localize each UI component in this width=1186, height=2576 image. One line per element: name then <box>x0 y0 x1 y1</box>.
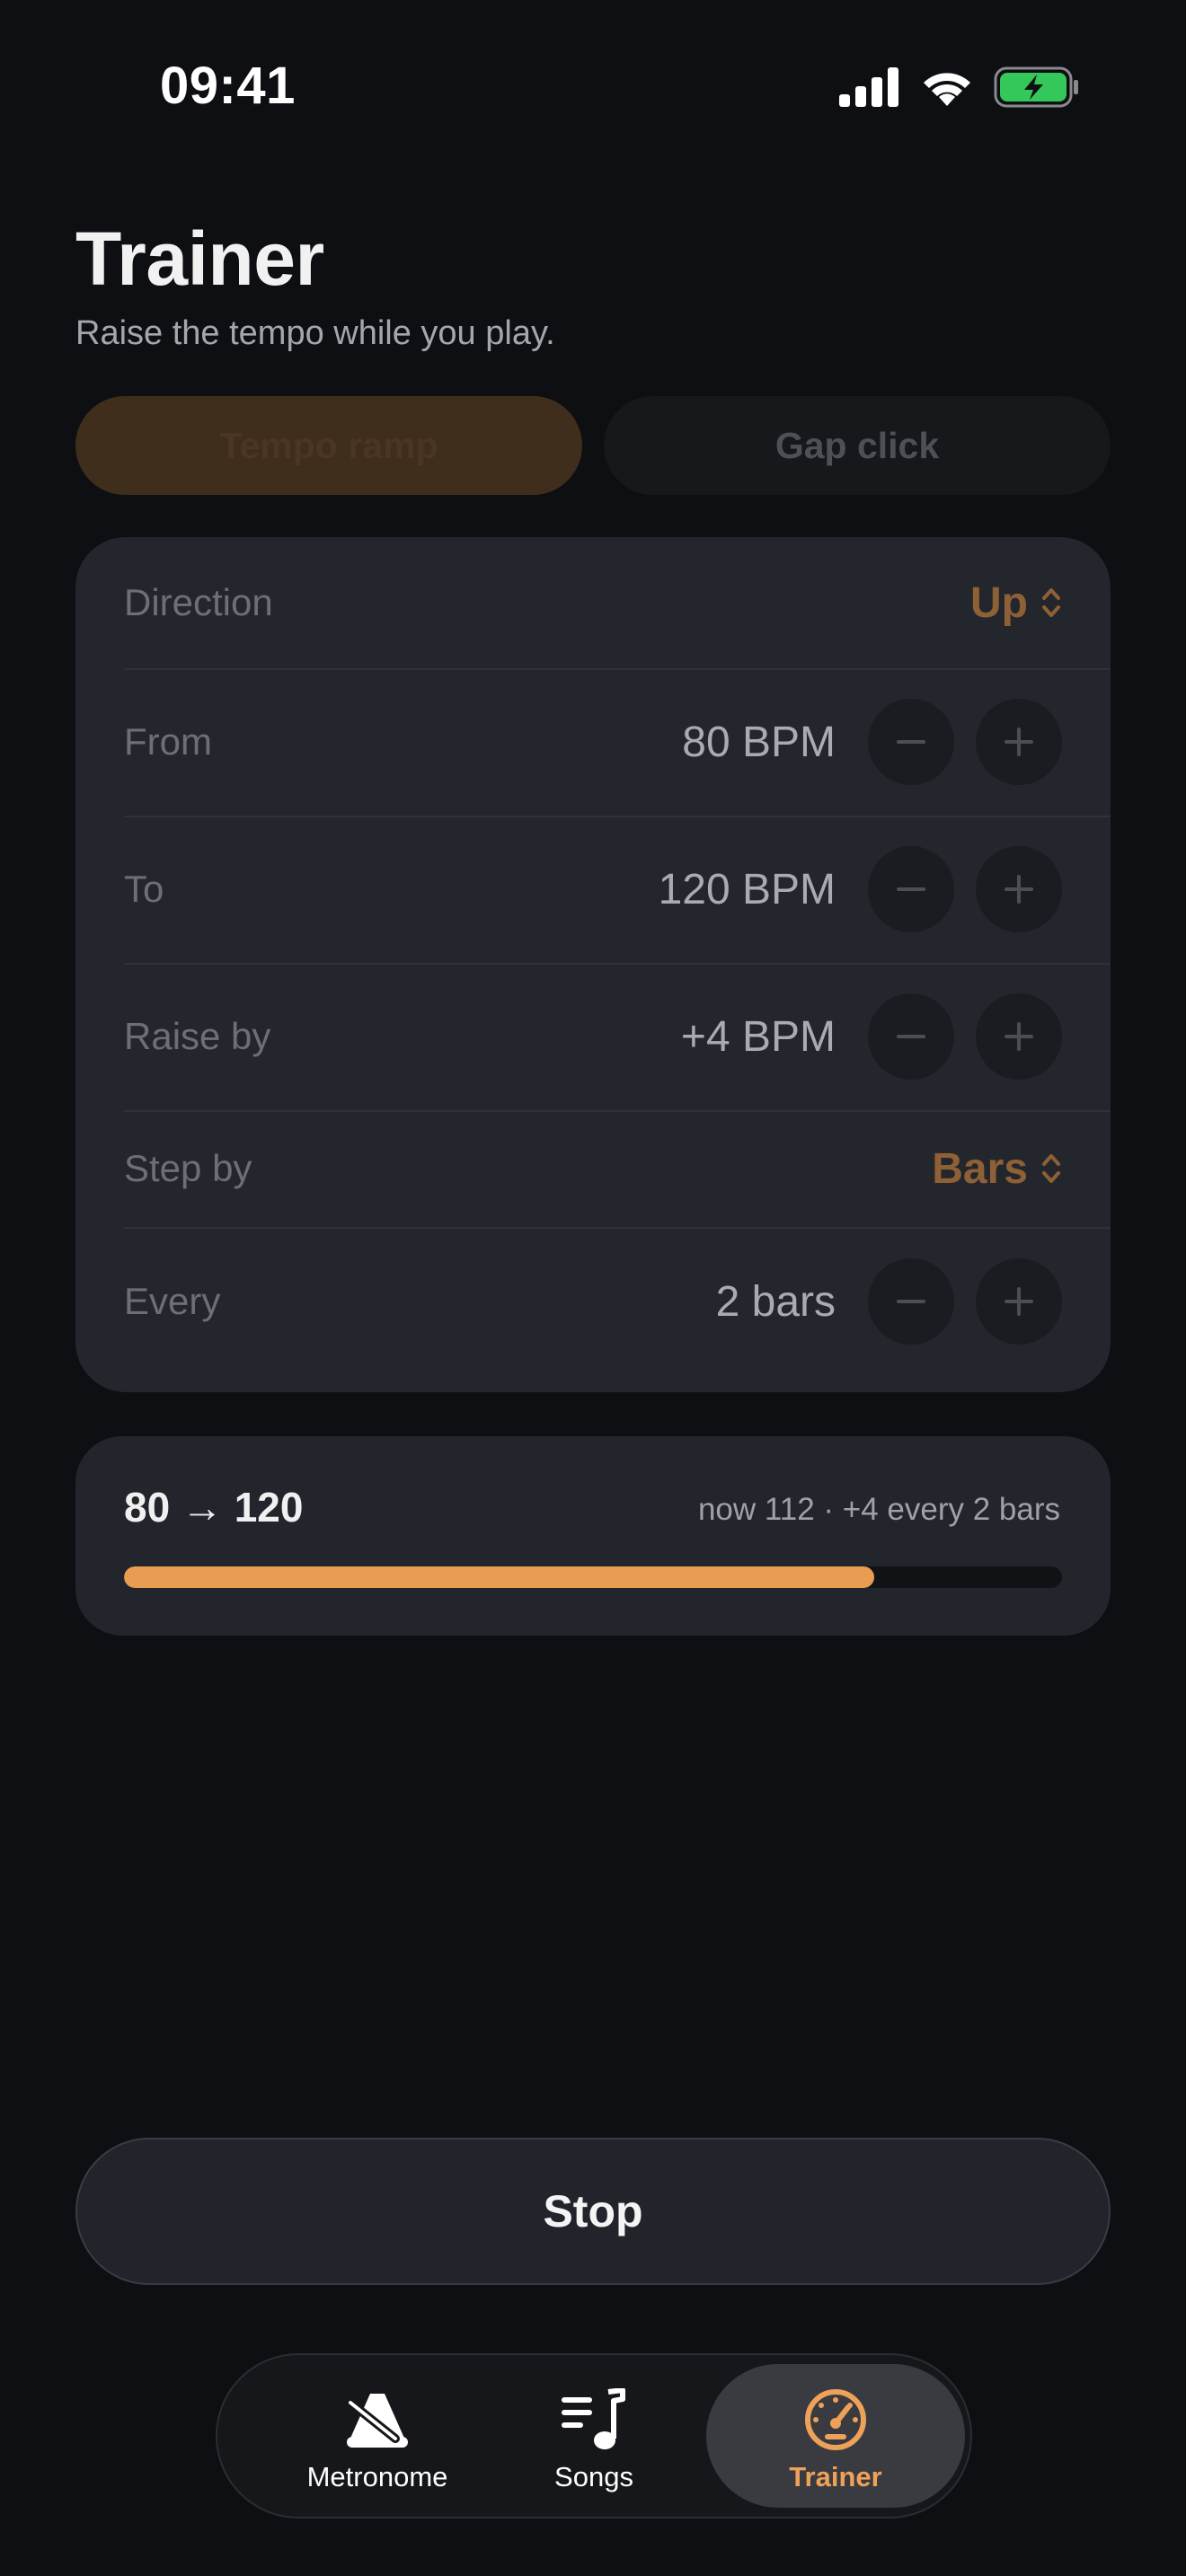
progress-card: 80 → 120 now 112 · +4 every 2 bars <box>75 1436 1111 1636</box>
from-increment-button[interactable] <box>976 699 1062 785</box>
minus-icon <box>897 887 925 891</box>
raise-by-increment-button[interactable] <box>976 993 1062 1080</box>
direction-label: Direction <box>124 581 273 623</box>
metronome-icon <box>346 2394 408 2448</box>
stop-button[interactable]: Stop <box>75 2138 1111 2285</box>
status-time: 09:41 <box>160 57 296 115</box>
chevron-updown-icon <box>1042 588 1060 617</box>
step-by-label: Step by <box>124 1147 252 1189</box>
page-title: Trainer <box>75 216 324 301</box>
tab-bar: Metronome Songs Trainer <box>216 2353 972 2519</box>
music-list-icon <box>562 2388 625 2449</box>
to-row: To 120 BPM <box>124 816 1111 965</box>
signal-icon <box>839 67 898 107</box>
plus-icon <box>1005 728 1033 756</box>
step-by-value: Bars <box>932 1144 1028 1193</box>
tab-bar-label: Trainer <box>789 2461 882 2492</box>
direction-picker[interactable]: Up <box>970 578 1062 628</box>
from-row: From 80 BPM <box>124 668 1111 817</box>
direction-row[interactable]: Direction Up <box>124 537 1111 670</box>
every-decrement-button[interactable] <box>868 1258 954 1345</box>
minus-icon <box>897 1300 925 1303</box>
tab-tempo-ramp[interactable]: Tempo ramp <box>75 396 582 495</box>
every-value: 2 bars <box>715 1277 836 1326</box>
minus-icon <box>897 1035 925 1038</box>
direction-value: Up <box>970 578 1028 627</box>
every-increment-button[interactable] <box>976 1258 1062 1345</box>
to-value: 120 BPM <box>658 865 836 913</box>
plus-icon <box>1005 1287 1033 1316</box>
tab-bar-trainer[interactable]: Trainer <box>706 2364 965 2508</box>
status-icons <box>839 63 1080 111</box>
from-decrement-button[interactable] <box>868 699 954 785</box>
progress-bar <box>124 1566 1062 1588</box>
from-label: From <box>124 720 212 763</box>
raise-by-value: +4 BPM <box>680 1012 836 1061</box>
step-by-row[interactable]: Step by Bars <box>124 1110 1111 1229</box>
wifi-icon <box>924 73 970 106</box>
every-label: Every <box>124 1280 221 1322</box>
to-increment-button[interactable] <box>976 846 1062 932</box>
tempo-progress-detail: now 112 · +4 every 2 bars <box>697 1492 1060 1527</box>
plus-icon <box>1005 875 1033 904</box>
every-row: Every 2 bars <box>124 1227 1111 1376</box>
raise-by-row: Raise by +4 BPM <box>124 963 1111 1112</box>
to-decrement-button[interactable] <box>868 846 954 932</box>
page-subtitle: Raise the tempo while you play. <box>75 314 555 352</box>
progress-fill <box>124 1566 875 1588</box>
tab-bar-songs[interactable]: Songs <box>465 2364 723 2508</box>
from-value: 80 BPM <box>682 718 836 766</box>
chevron-updown-icon <box>1042 1154 1060 1183</box>
raise-by-label: Raise by <box>124 1015 271 1057</box>
battery-charging-icon <box>994 66 1078 108</box>
raise-by-decrement-button[interactable] <box>868 993 954 1080</box>
tempo-range: 80 → 120 <box>124 1484 304 1531</box>
minus-icon <box>897 740 925 744</box>
to-label: To <box>124 868 164 910</box>
gauge-icon <box>805 2389 866 2450</box>
tab-bar-label: Metronome <box>306 2461 448 2492</box>
plus-icon <box>1005 1022 1033 1051</box>
settings-card: Direction Up From 80 BPM To 120 BPM Rais… <box>75 537 1111 1392</box>
tab-bar-label: Songs <box>554 2461 633 2492</box>
tab-gap-click[interactable]: Gap click <box>604 396 1111 495</box>
step-by-picker[interactable]: Bars <box>932 1144 1062 1194</box>
